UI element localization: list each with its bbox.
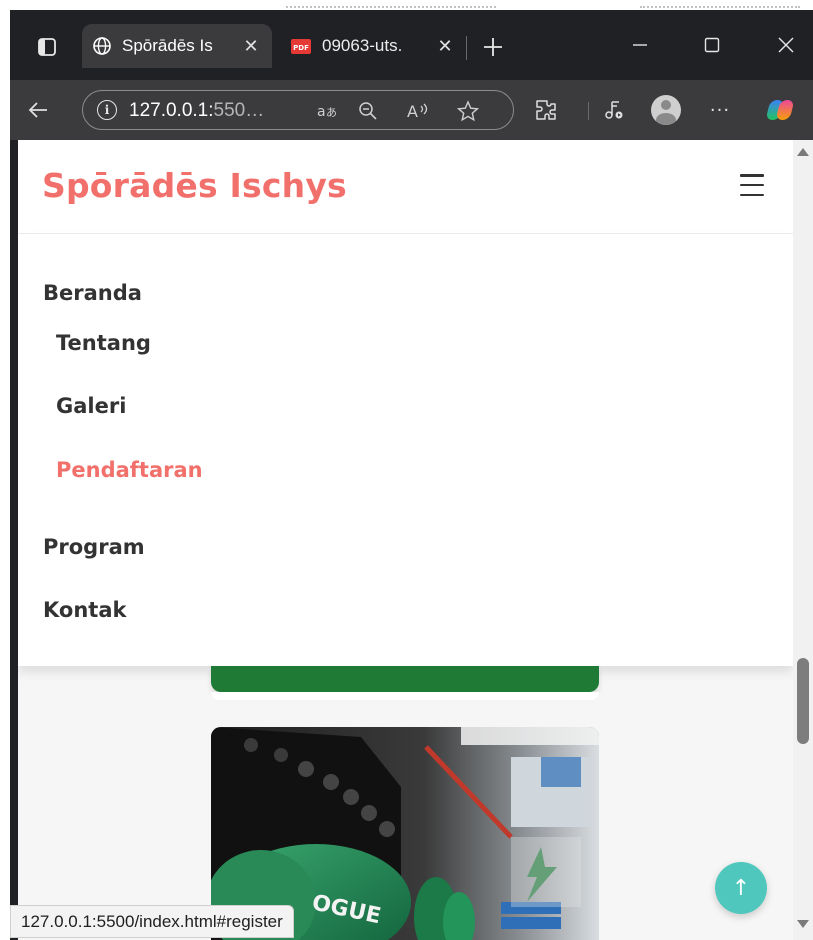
minimize-button[interactable] — [620, 28, 660, 62]
media-icon — [605, 101, 623, 119]
globe-icon — [93, 37, 111, 55]
nav-link-tentang[interactable]: Tentang — [56, 328, 151, 358]
profile-icon — [651, 95, 681, 125]
close-window-button[interactable] — [766, 28, 806, 62]
svg-text:あ: あ — [326, 106, 337, 119]
copilot-icon — [765, 96, 795, 124]
info-icon[interactable]: i — [97, 100, 117, 120]
tab-title: 09063-uts. — [322, 36, 403, 55]
back-to-top-button[interactable]: ↑ — [715, 862, 767, 914]
extensions-button[interactable] — [530, 94, 562, 126]
page-viewport: Spōrādēs Ischys Beranda Tentang Galeri P… — [18, 140, 793, 940]
browser-chrome: Spōrādēs Is ✕ PDF 09063-uts. ✕ i 127.0.0… — [10, 10, 813, 140]
url-port: 550… — [213, 100, 265, 121]
url-host: 127.0.0.1: — [129, 100, 214, 121]
site-brand[interactable]: Spōrādēs Ischys — [42, 164, 347, 208]
pdf-icon: PDF — [291, 39, 311, 54]
arrow-left-icon — [28, 102, 47, 118]
svg-text:A: A — [407, 102, 418, 121]
media-button[interactable] — [598, 94, 630, 126]
status-bar-url: 127.0.0.1:5500/index.html#register — [10, 905, 294, 938]
tab-actions-button[interactable] — [30, 30, 64, 64]
arrow-up-icon: ↑ — [731, 875, 751, 901]
scroll-up-arrow-icon[interactable] — [797, 148, 809, 156]
svg-text:a: a — [317, 104, 326, 120]
back-button[interactable] — [22, 94, 54, 126]
close-icon — [778, 37, 794, 53]
nav-link-kontak[interactable]: Kontak — [43, 595, 126, 625]
nav-link-beranda[interactable]: Beranda — [43, 278, 142, 308]
address-bar[interactable]: i 127.0.0.1:550… a あ A — [82, 90, 514, 130]
maximize-icon — [704, 37, 720, 53]
nav-link-galeri[interactable]: Galeri — [56, 391, 126, 421]
toolbar-separator — [588, 102, 589, 120]
browser-toolbar: i 127.0.0.1:550… a あ A ··· — [10, 80, 813, 140]
maximize-button[interactable] — [692, 28, 732, 62]
tab-strip: Spōrādēs Is ✕ PDF 09063-uts. ✕ — [10, 10, 813, 80]
cropped-text-fragment — [640, 0, 800, 8]
cropped-text-fragment — [286, 0, 496, 8]
nav-link-program[interactable]: Program — [43, 532, 145, 562]
favorite-star-icon[interactable] — [455, 99, 481, 123]
url-text[interactable]: 127.0.0.1:550… — [129, 99, 289, 123]
copilot-button[interactable] — [764, 94, 796, 126]
profile-button[interactable] — [650, 94, 682, 126]
zoom-out-icon[interactable] — [355, 99, 381, 123]
scroll-thumb[interactable] — [797, 658, 809, 744]
translate-icon[interactable]: a あ — [315, 99, 341, 123]
mobile-nav-menu: Beranda Tentang Galeri Pendaftaran Progr… — [18, 234, 793, 666]
gallery-card-green-image — [211, 666, 599, 700]
cropped-top-strip — [0, 0, 813, 10]
scroll-down-arrow-icon[interactable] — [797, 920, 809, 928]
more-button[interactable]: ··· — [704, 94, 736, 126]
vertical-scrollbar[interactable] — [793, 140, 813, 940]
extensions-icon — [536, 100, 556, 120]
tab-active[interactable]: Spōrādēs Is ✕ — [82, 24, 272, 68]
tab-separator — [466, 36, 467, 60]
nav-link-pendaftaran[interactable]: Pendaftaran — [56, 455, 203, 485]
site-header: Spōrādēs Ischys — [18, 140, 793, 234]
svg-text:PDF: PDF — [293, 44, 309, 52]
tab-close-icon[interactable]: ✕ — [434, 35, 456, 57]
more-icon: ··· — [709, 99, 731, 121]
tab-inactive[interactable]: PDF 09063-uts. ✕ — [280, 24, 466, 68]
new-tab-button[interactable] — [478, 32, 508, 62]
read-aloud-icon[interactable]: A — [405, 99, 431, 123]
tab-title: Spōrādēs Is — [122, 36, 213, 55]
window-left-edge — [10, 140, 18, 940]
tab-actions-icon — [38, 38, 56, 56]
hamburger-menu-icon[interactable] — [740, 174, 766, 196]
plus-icon — [484, 38, 502, 56]
minimize-icon — [633, 44, 647, 46]
tab-close-icon[interactable]: ✕ — [240, 35, 262, 57]
